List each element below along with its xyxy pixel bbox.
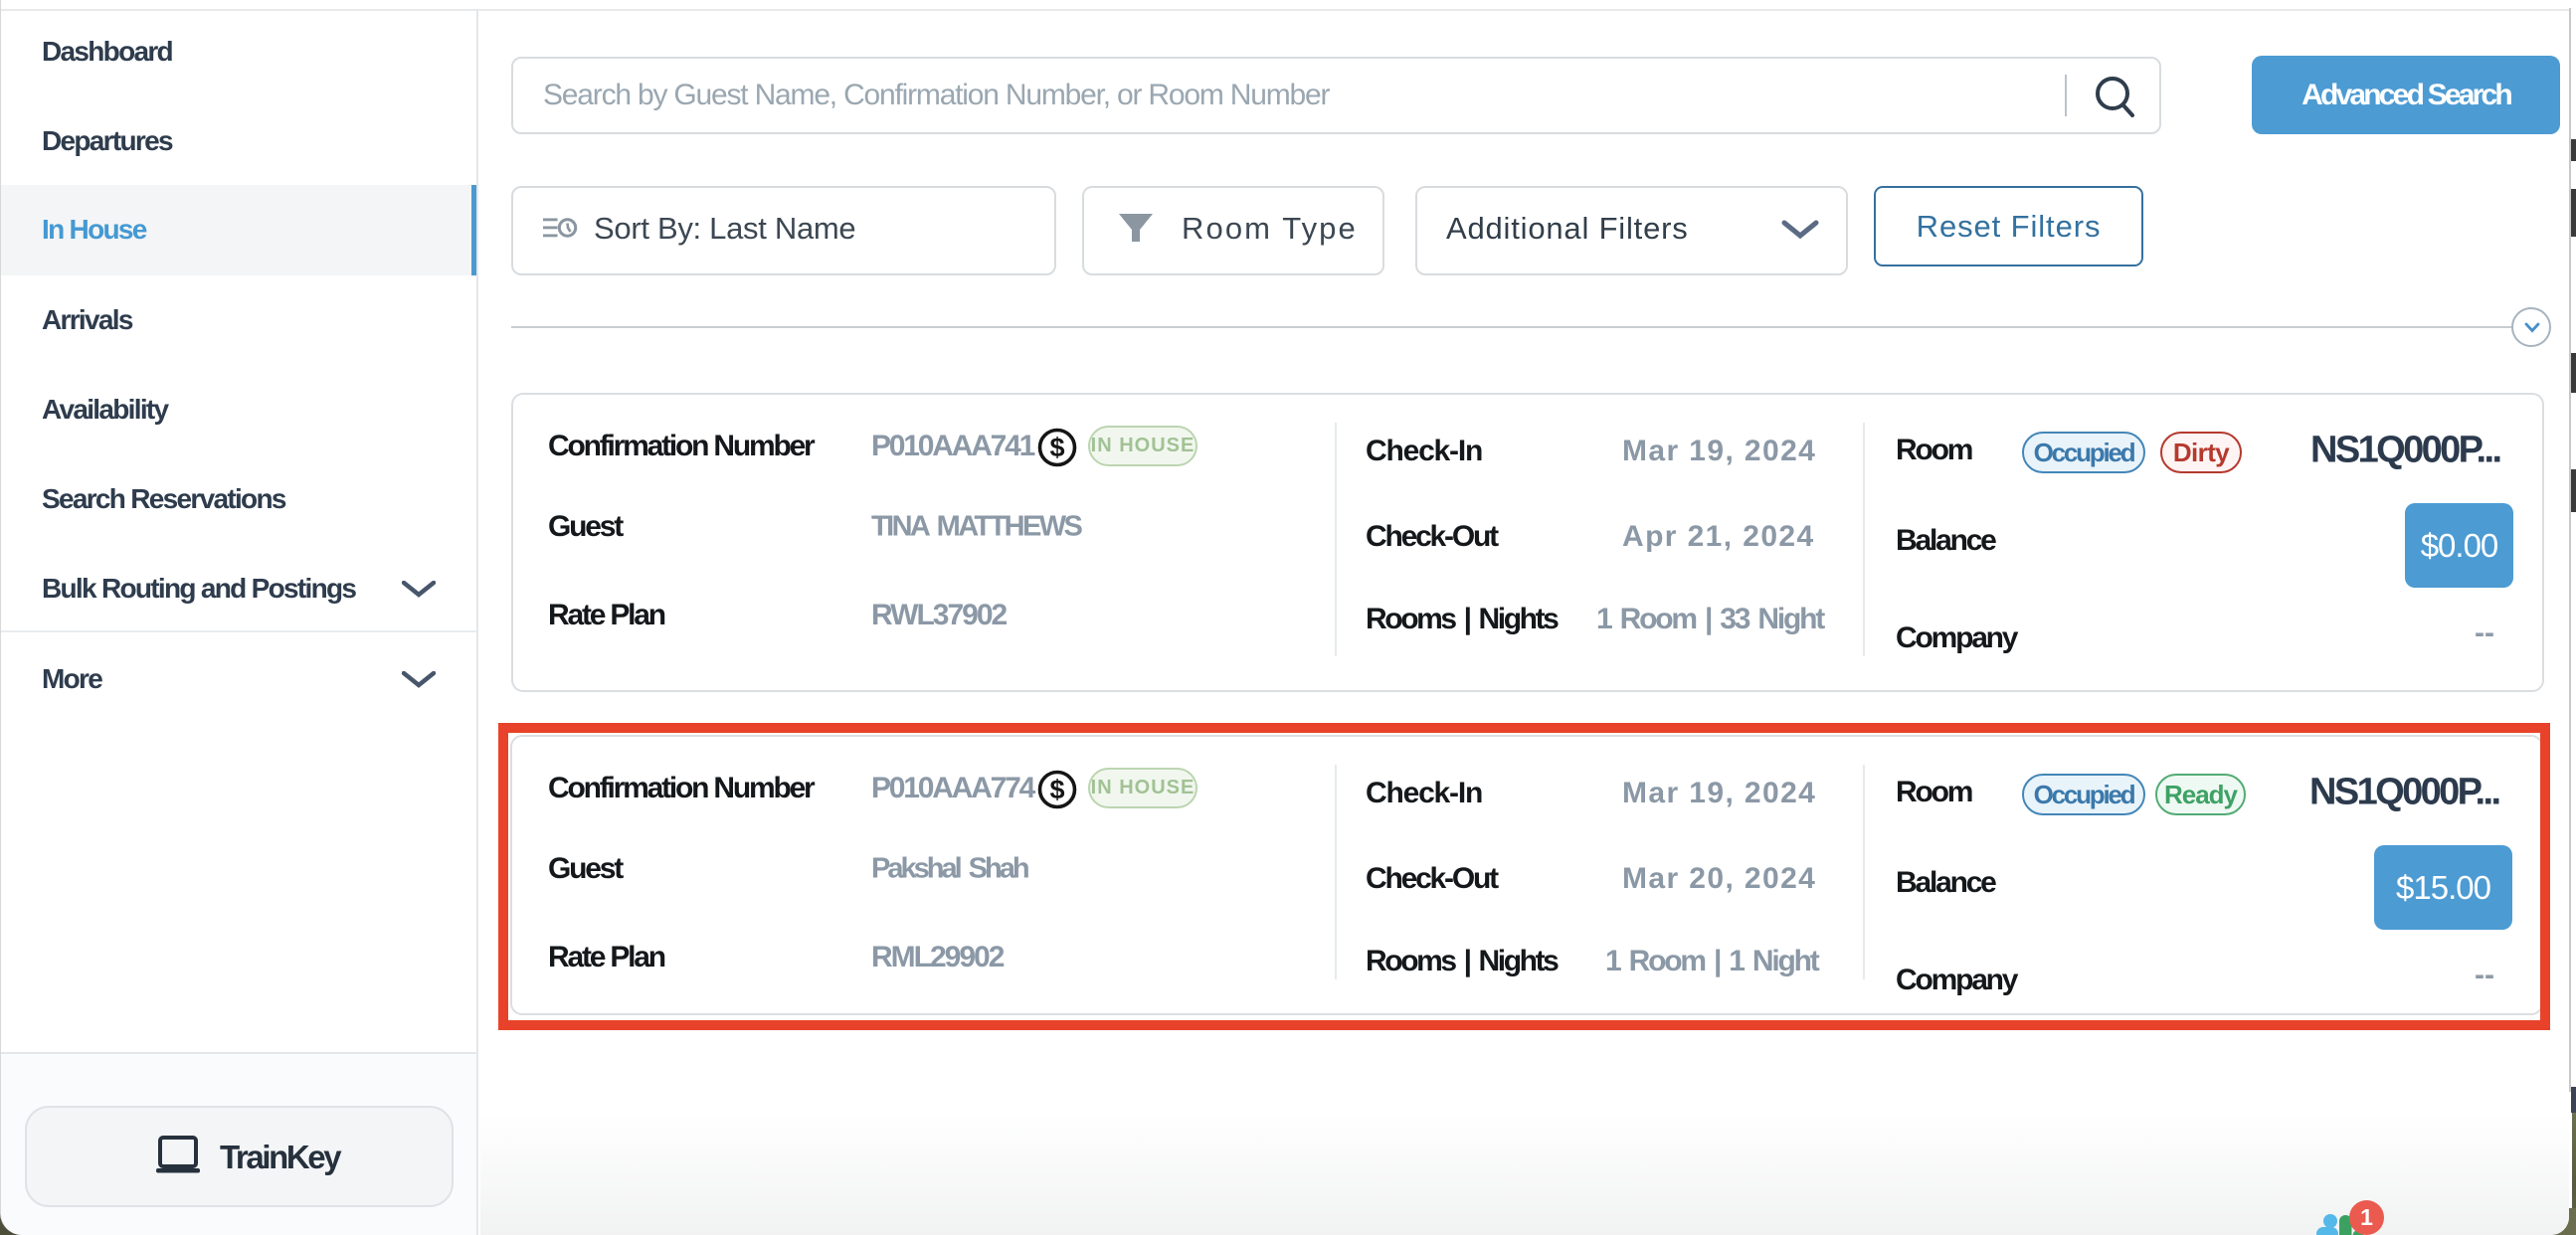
svg-text:$: $ [1049,433,1064,462]
